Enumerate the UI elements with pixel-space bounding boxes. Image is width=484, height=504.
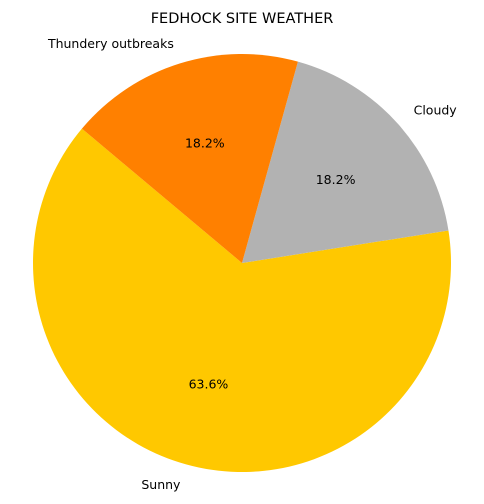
percent-label-thundery-outbreaks: 18.2% <box>185 136 225 151</box>
pie-slices <box>33 54 452 473</box>
pie-chart: FEDHOCK SITE WEATHER Sunny 63.6% Cloudy 18.… <box>33 11 458 492</box>
percent-label-sunny: 63.6% <box>189 376 229 391</box>
slice-label-thundery-outbreaks: Thundery outbreaks <box>47 36 174 51</box>
chart-title: FEDHOCK SITE WEATHER <box>151 11 334 27</box>
percent-label-cloudy: 18.2% <box>316 172 356 187</box>
slice-label-cloudy: Cloudy <box>414 103 458 118</box>
slice-label-sunny: Sunny <box>141 477 181 492</box>
